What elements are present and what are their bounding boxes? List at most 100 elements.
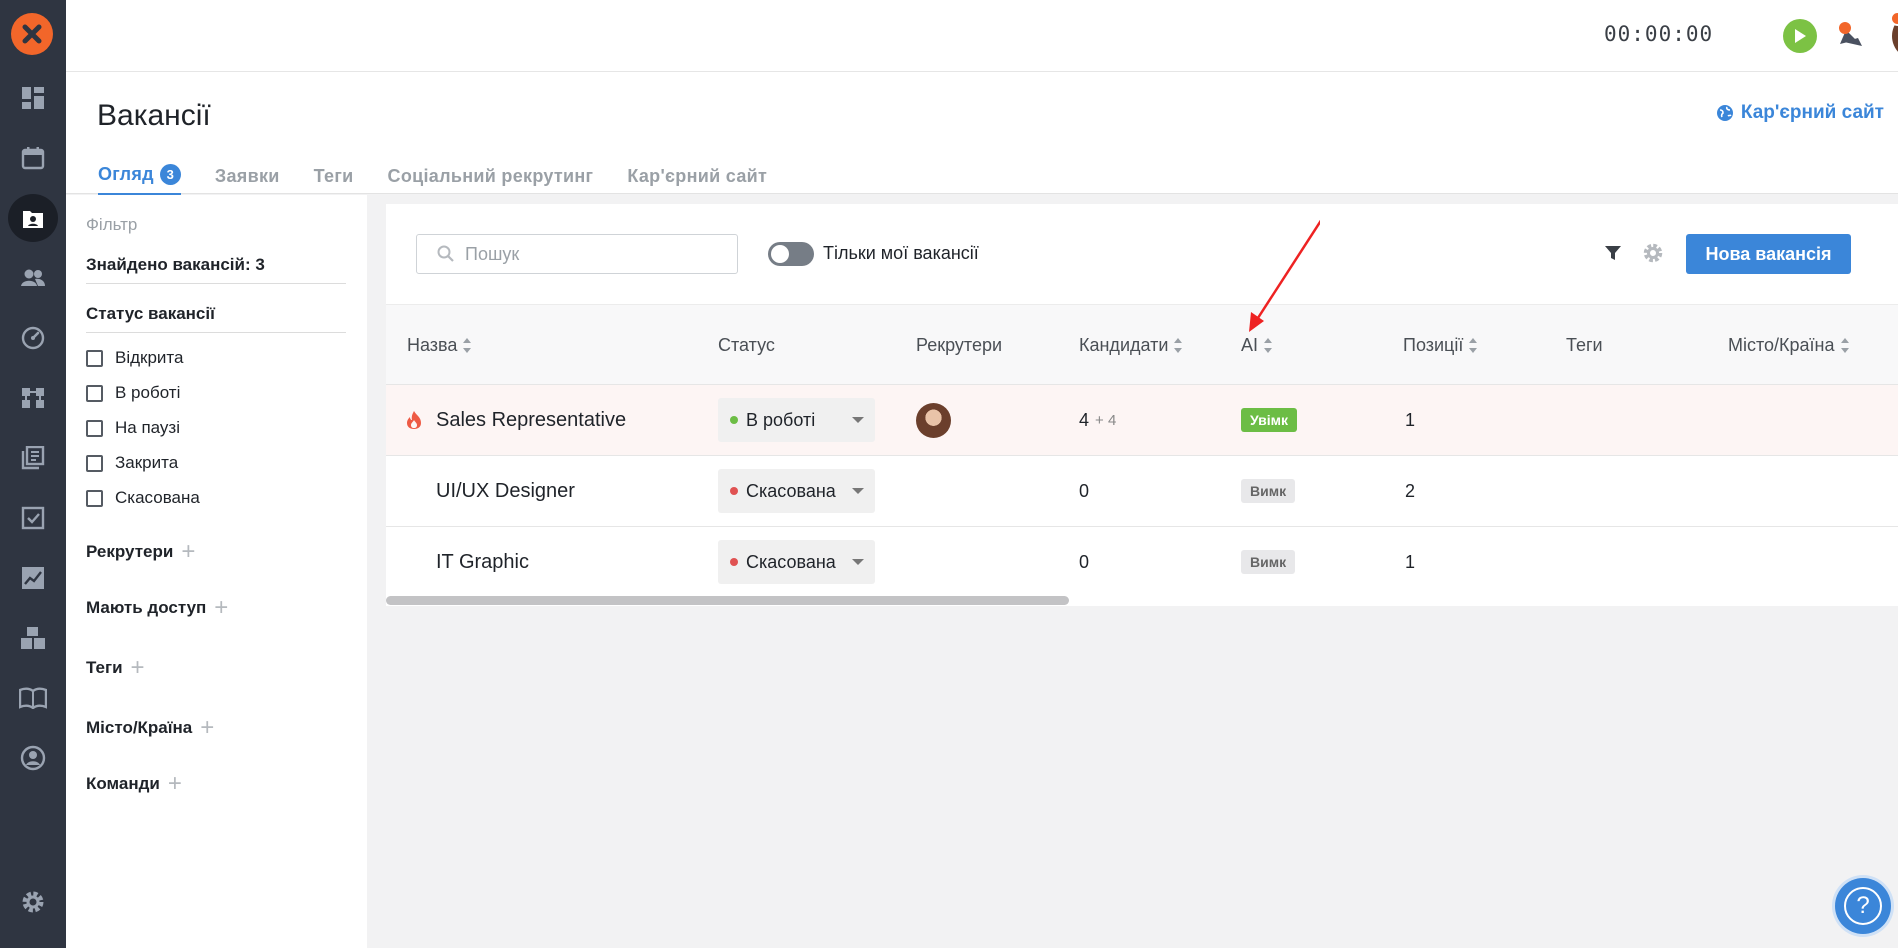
checkbox[interactable]	[86, 349, 103, 367]
checkbox[interactable]	[86, 454, 103, 472]
nav-integrations[interactable]	[0, 612, 66, 664]
filter-group-tags[interactable]: Теги +	[86, 656, 347, 680]
analytics-icon	[22, 567, 44, 589]
status-checkbox-closed[interactable]: Закрита	[86, 453, 347, 473]
column-header-label: Теги	[1566, 335, 1603, 355]
table-row[interactable]: IT Graphic Скасована 0 Вимк 1	[386, 527, 1898, 598]
candidates-count: 0	[1079, 480, 1090, 501]
filter-group-city[interactable]: Місто/Країна +	[86, 716, 347, 740]
status-checkbox-open[interactable]: Відкрита	[86, 348, 347, 368]
add-icon[interactable]: +	[214, 596, 228, 620]
filter-group-teams[interactable]: Команди +	[86, 772, 347, 796]
career-site-link[interactable]: Кар'єрний сайт	[1716, 102, 1884, 124]
sort-icon[interactable]	[1174, 338, 1183, 353]
column-header-positions[interactable]: Позиції	[1403, 335, 1478, 356]
filter-group-access[interactable]: Мають доступ +	[86, 596, 347, 620]
notifications-button[interactable]	[1832, 18, 1866, 52]
nav-vacancies[interactable]	[0, 192, 66, 244]
notifications-icon	[1839, 22, 1862, 46]
recruiter-avatar[interactable]	[916, 402, 951, 438]
sort-icon[interactable]	[463, 338, 472, 353]
gear-icon	[1643, 243, 1663, 263]
status-checkbox-cancelled[interactable]: Скасована	[86, 488, 347, 508]
filter-button[interactable]	[1604, 244, 1622, 267]
vacancy-name-link[interactable]: Sales Representative	[436, 385, 626, 455]
status-cell: В роботі	[718, 385, 875, 455]
app-logo[interactable]	[11, 13, 53, 55]
checkbox[interactable]	[86, 419, 103, 437]
filter-group-label: Теги	[86, 658, 123, 677]
nav-dashboard[interactable]	[0, 72, 66, 124]
nav-profile[interactable]	[0, 732, 66, 784]
chevron-down-icon	[852, 417, 864, 423]
nav-settings[interactable]	[0, 876, 66, 928]
search-box[interactable]	[416, 234, 738, 274]
new-vacancy-button[interactable]: Нова вакансія	[1686, 234, 1851, 274]
nav-workflow[interactable]	[0, 372, 66, 424]
hot-vacancy-marker	[405, 385, 423, 455]
checkbox[interactable]	[86, 489, 103, 507]
status-dropdown[interactable]: Скасована	[718, 540, 875, 584]
status-cell: Скасована	[718, 527, 875, 597]
nav-candidates[interactable]	[0, 252, 66, 304]
logo-icon	[22, 24, 42, 44]
filter-group-recruiters[interactable]: Рекрутери +	[86, 540, 347, 564]
add-icon[interactable]: +	[131, 656, 145, 680]
checkbox-label: Закрита	[115, 453, 179, 472]
tab-requests[interactable]: Заявки	[215, 164, 280, 196]
table-row[interactable]: UI/UX Designer Скасована 0 Вимк 2	[386, 456, 1898, 527]
help-button[interactable]: ?	[1835, 878, 1891, 934]
status-dot	[730, 558, 738, 566]
status-dropdown[interactable]: В роботі	[718, 398, 875, 442]
candidates-cell[interactable]: 0	[1079, 527, 1089, 597]
column-header-candidates[interactable]: Кандидати	[1079, 335, 1183, 356]
funnel-icon	[1605, 246, 1621, 260]
ai-cell: Вимк	[1241, 527, 1296, 597]
search-input[interactable]	[465, 243, 705, 265]
column-header-label: Статус	[718, 335, 775, 355]
column-header-ai[interactable]: AI	[1241, 335, 1273, 356]
column-header-city[interactable]: Місто/Країна	[1728, 335, 1850, 356]
tab-overview[interactable]: Огляд 3	[98, 164, 181, 196]
vacancy-name-link[interactable]: IT Graphic	[436, 527, 529, 597]
ai-status-badge[interactable]: Вимк	[1241, 479, 1296, 503]
sort-icon[interactable]	[1469, 338, 1478, 353]
positions-cell: 1	[1405, 409, 1416, 430]
table-row[interactable]: Sales Representative В роботі 4 + 4 Увімк…	[386, 385, 1898, 456]
chevron-down-icon	[852, 559, 864, 565]
table-settings-button[interactable]	[1642, 242, 1664, 269]
user-avatar[interactable]	[1890, 11, 1898, 60]
status-checkbox-in-progress[interactable]: В роботі	[86, 383, 347, 403]
only-my-vacancies-toggle[interactable]	[768, 242, 814, 266]
checkbox[interactable]	[86, 384, 103, 402]
nav-knowledge[interactable]	[0, 672, 66, 724]
nav-calendar[interactable]	[0, 132, 66, 184]
nav-speed[interactable]	[0, 312, 66, 364]
candidates-cell[interactable]: 4 + 4	[1079, 385, 1116, 455]
add-icon[interactable]: +	[181, 540, 195, 564]
status-checkbox-paused[interactable]: На паузі	[86, 418, 347, 438]
status-dropdown[interactable]: Скасована	[718, 469, 875, 513]
sort-icon[interactable]	[1840, 338, 1850, 353]
positions-cell: 1	[1405, 551, 1416, 572]
nav-analytics[interactable]	[0, 552, 66, 604]
recruiters-cell	[916, 385, 951, 455]
ai-cell: Увімк	[1241, 385, 1298, 455]
horizontal-scrollbar[interactable]	[386, 596, 1069, 605]
tab-career-site[interactable]: Кар'єрний сайт	[627, 164, 767, 196]
candidates-cell[interactable]: 0	[1079, 456, 1089, 526]
add-icon[interactable]: +	[200, 716, 214, 740]
vacancy-name-link[interactable]: UI/UX Designer	[436, 456, 575, 526]
tab-tags[interactable]: Теги	[314, 164, 354, 196]
help-question-icon: ?	[1844, 887, 1882, 925]
tab-social-recruiting[interactable]: Соціальний рекрутинг	[388, 164, 594, 196]
nav-tasks[interactable]	[0, 492, 66, 544]
nav-library[interactable]	[0, 432, 66, 484]
column-header-name[interactable]: Назва	[407, 335, 472, 356]
ai-status-badge[interactable]: Увімк	[1241, 408, 1298, 432]
sort-icon[interactable]	[1264, 338, 1273, 353]
add-icon[interactable]: +	[168, 772, 182, 796]
column-header-label: Кандидати	[1079, 335, 1169, 355]
timer-play-button[interactable]	[1783, 19, 1817, 53]
ai-status-badge[interactable]: Вимк	[1241, 550, 1296, 574]
